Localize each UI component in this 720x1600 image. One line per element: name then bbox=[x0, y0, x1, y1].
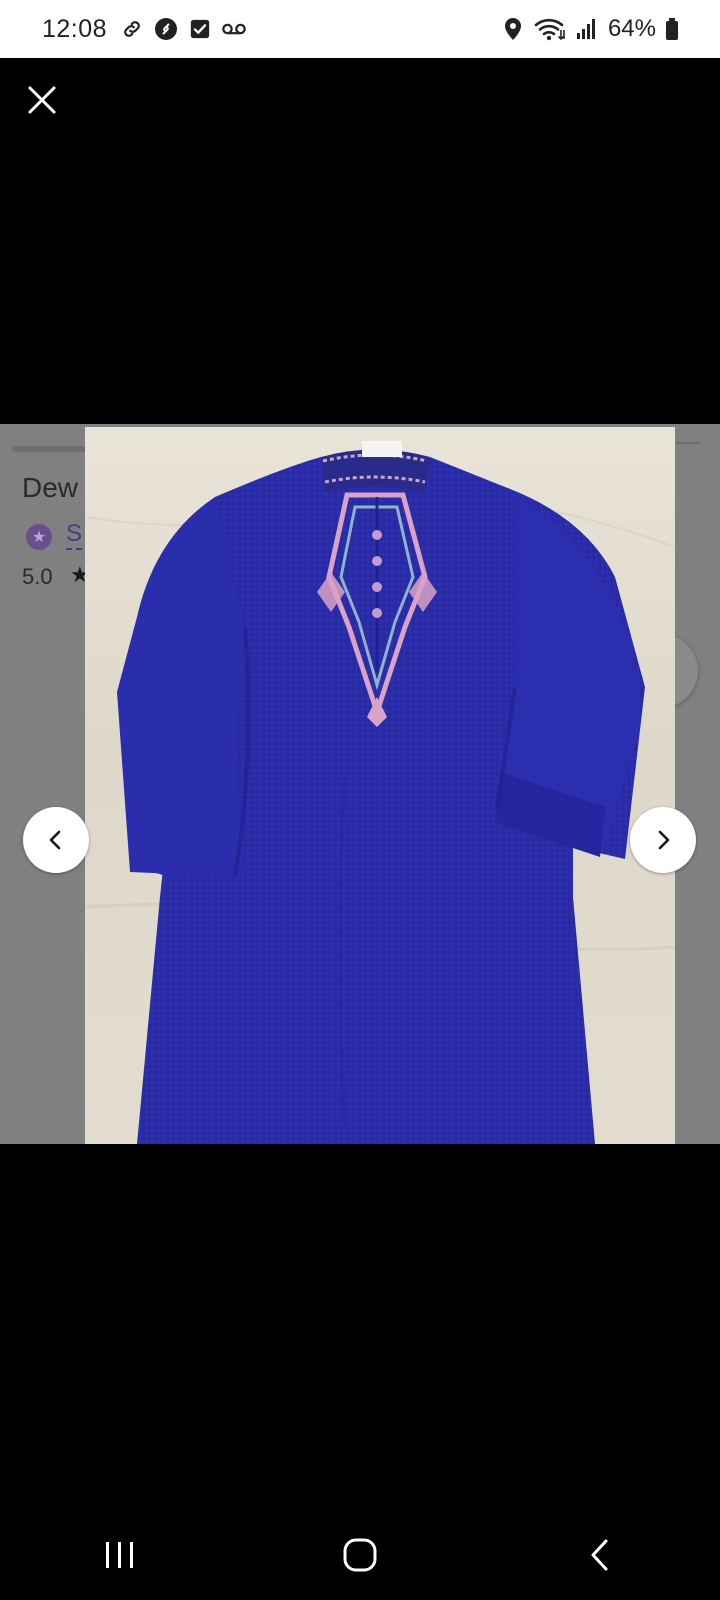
chevron-right-icon bbox=[658, 830, 670, 850]
home-icon bbox=[343, 1538, 377, 1572]
status-left: 12:08 bbox=[42, 15, 247, 44]
recent-apps-icon bbox=[106, 1542, 133, 1568]
product-photo bbox=[85, 427, 675, 1144]
listing-title-fragment: Dew bbox=[22, 472, 79, 503]
back-button[interactable] bbox=[570, 1525, 630, 1585]
chevron-left-icon bbox=[49, 830, 61, 850]
next-image-button[interactable] bbox=[630, 807, 696, 873]
signal-icon bbox=[574, 16, 600, 42]
voicemail-icon bbox=[221, 16, 247, 42]
backdrop-divider bbox=[12, 446, 86, 452]
location-icon bbox=[500, 16, 526, 42]
kurta-illustration bbox=[85, 441, 675, 1144]
backdrop-divider-right bbox=[676, 442, 700, 444]
close-button[interactable] bbox=[22, 80, 62, 120]
status-right: 64% bbox=[500, 15, 680, 43]
rating-value: 5.0 bbox=[22, 564, 53, 589]
status-time: 12:08 bbox=[42, 14, 108, 43]
wifi-icon bbox=[534, 16, 566, 42]
battery-icon bbox=[664, 16, 680, 42]
battery-percent: 64% bbox=[607, 15, 656, 42]
shazam-icon bbox=[153, 16, 179, 42]
checkbox-icon bbox=[187, 16, 213, 42]
home-button[interactable] bbox=[330, 1525, 390, 1585]
link-icon bbox=[119, 16, 145, 42]
status-bar: 12:08 64% bbox=[0, 0, 720, 58]
system-nav-bar bbox=[0, 1520, 720, 1590]
previous-image-button[interactable] bbox=[23, 807, 89, 873]
close-icon bbox=[28, 86, 56, 114]
star-seller-icon: ★ bbox=[26, 524, 52, 550]
recent-apps-button[interactable] bbox=[90, 1525, 150, 1585]
shop-name-fragment: S bbox=[66, 520, 83, 550]
back-icon bbox=[591, 1539, 608, 1571]
